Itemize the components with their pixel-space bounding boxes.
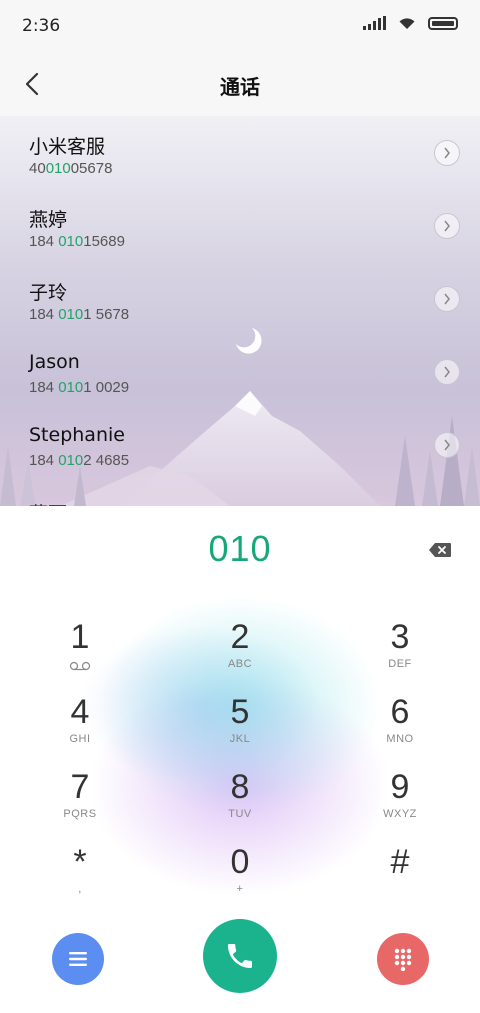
call-button[interactable] <box>203 919 277 993</box>
contact-detail-button[interactable] <box>434 359 460 385</box>
search-results[interactable]: 小米客服 4001005678 燕婷 184 01015689 子玲 184 0… <box>0 116 480 506</box>
contact-row[interactable]: 小米客服 4001005678 <box>0 116 480 188</box>
dial-input[interactable]: 010 <box>0 528 480 570</box>
dial-key-9[interactable]: 9 WXYZ <box>345 768 455 832</box>
status-icons <box>363 16 458 30</box>
contact-number: 184 0101 5678 <box>29 306 130 323</box>
page-title: 通话 <box>220 75 260 99</box>
dial-key-star[interactable]: * , <box>25 843 135 907</box>
contact-number: 184 0102 4685 <box>29 452 130 469</box>
dial-key-8[interactable]: 8 TUV <box>185 768 295 832</box>
dial-key-4[interactable]: 4 GHI <box>25 693 135 757</box>
wifi-icon <box>399 18 415 29</box>
contact-name: 子玲 <box>29 282 68 304</box>
dial-key-5[interactable]: 5 JKL <box>185 693 295 757</box>
menu-icon <box>69 952 87 966</box>
contact-number: 4001005678 <box>29 160 113 177</box>
contact-name: 燕婷 <box>29 209 68 231</box>
chevron-right-icon <box>444 366 450 378</box>
battery-icon <box>428 16 458 30</box>
contact-name-partial: 燕丽 <box>29 499 67 506</box>
backspace-icon <box>429 543 451 557</box>
chevron-right-icon <box>444 220 450 232</box>
chevron-right-icon <box>444 147 450 159</box>
contact-detail-button[interactable] <box>434 213 460 239</box>
contact-number: 184 0101 0029 <box>29 379 130 396</box>
dialpad-toggle-button[interactable] <box>377 933 429 985</box>
dial-key-1[interactable]: 1 <box>25 618 135 682</box>
backspace-button[interactable] <box>428 542 452 558</box>
phone-icon <box>228 944 252 968</box>
contact-row[interactable]: 子玲 184 0101 5678 <box>0 262 480 334</box>
status-bar: 2:36 <box>0 0 480 52</box>
dial-key-7[interactable]: 7 PQRS <box>25 768 135 832</box>
chevron-right-icon <box>444 439 450 451</box>
contact-number: 184 01015689 <box>29 233 125 250</box>
dialpad: 010 1 2 ABC 3 DEF 4 GHI 5 JKL 6 MNO 7 PQ… <box>0 506 480 1013</box>
dial-key-6[interactable]: 6 MNO <box>345 693 455 757</box>
voicemail-icon <box>69 661 91 671</box>
signal-icon <box>363 16 386 30</box>
contact-detail-button[interactable] <box>434 432 460 458</box>
contact-detail-button[interactable] <box>434 286 460 312</box>
contact-name: Stephanie <box>29 424 125 446</box>
contact-row[interactable]: Stephanie 184 0102 4685 <box>0 408 480 480</box>
dial-key-hash[interactable]: # <box>345 843 455 907</box>
contact-name: 小米客服 <box>29 136 106 158</box>
menu-button[interactable] <box>52 933 104 985</box>
contact-name: Jason <box>29 351 80 373</box>
contact-row[interactable]: Jason 184 0101 0029 <box>0 335 480 407</box>
chevron-right-icon <box>444 293 450 305</box>
contact-detail-button[interactable] <box>434 140 460 166</box>
header: 通话 <box>0 52 480 116</box>
dial-key-3[interactable]: 3 DEF <box>345 618 455 682</box>
dial-key-0[interactable]: 0 + <box>185 843 295 907</box>
dial-key-2[interactable]: 2 ABC <box>185 618 295 682</box>
status-time: 2:36 <box>22 16 61 36</box>
dialpad-icon <box>394 948 412 971</box>
contact-row[interactable]: 燕婷 184 01015689 <box>0 189 480 261</box>
